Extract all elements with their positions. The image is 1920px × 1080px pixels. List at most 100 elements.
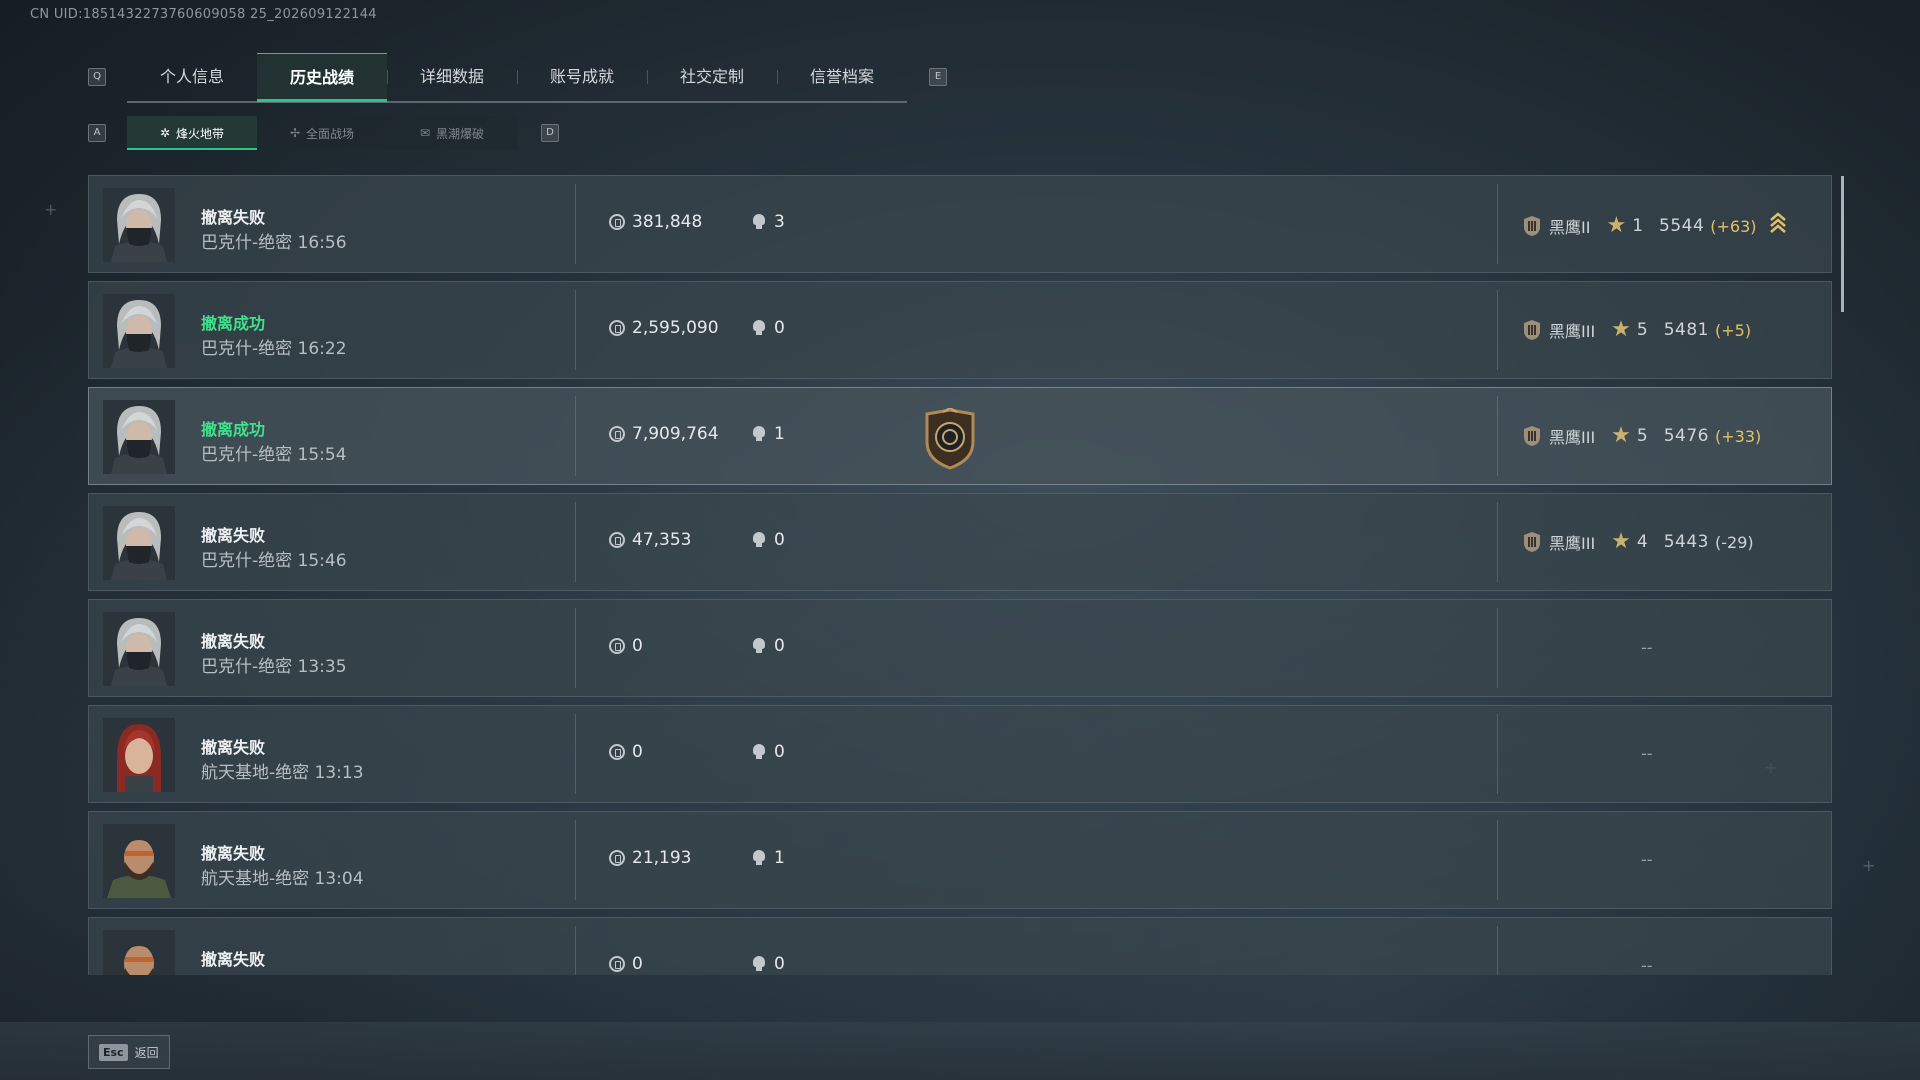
deco-cross-icon: + (1862, 856, 1876, 875)
operator-avatar (103, 188, 175, 262)
kills-cell: 3 (752, 212, 785, 232)
rank-name: 黑鹰II (1549, 218, 1591, 237)
tab-credit-record[interactable]: 信誉档案 (777, 53, 907, 101)
operator-avatar (103, 824, 175, 898)
column-divider (575, 714, 576, 794)
tab-detailed-data[interactable]: 详细数据 (387, 53, 517, 101)
column-divider (1497, 926, 1498, 975)
match-row[interactable]: 撤离失败 航天基地-绝密 13:13 0 0 -- (88, 705, 1832, 803)
match-row[interactable]: 撤离成功 巴克什-绝密 16:22 2,595,090 0 黑鹰III ★ 5 5481 (+5… (88, 281, 1832, 379)
rank-name: 黑鹰III (1549, 534, 1596, 553)
money-value: 381,848 (632, 212, 703, 232)
match-result: 撤离失败 (201, 208, 266, 227)
kill-count: 0 (774, 954, 785, 974)
operator-avatar (103, 930, 175, 975)
subtab-blackout[interactable]: ✉ 黑潮爆破 (387, 116, 517, 150)
match-result: 撤离失败 (201, 950, 266, 969)
map-and-time: 巴克什-绝密 15:54 (201, 445, 347, 465)
key-hint-d[interactable]: D (541, 124, 559, 142)
tab-match-history[interactable]: 历史战绩 (257, 52, 387, 102)
rank-delta: (+63) (1710, 216, 1757, 236)
map-and-time: 航天基地-绝密 12:53 (201, 970, 364, 975)
rank-stars: 4 (1636, 532, 1648, 552)
column-divider (1497, 184, 1498, 264)
map-and-time: 巴克什-绝密 13:35 (201, 657, 347, 677)
operator-avatar (103, 294, 175, 368)
esc-key-icon: Esc (99, 1043, 128, 1061)
match-row[interactable]: 撤离失败 航天基地-绝密 13:04 21,193 1 -- (88, 811, 1832, 909)
kills-cell: 0 (752, 742, 785, 762)
match-history-list: 撤离失败 巴克什-绝密 16:56 381,848 3 黑鹰II ★ 1 5544 (+63) 撤… (88, 175, 1832, 975)
map-and-time: 巴克什-绝密 15:46 (201, 551, 347, 571)
coin-icon (609, 426, 625, 442)
subtab-label: 黑潮爆破 (436, 126, 485, 141)
subtab-battlefield[interactable]: ✢ 全面战场 (257, 116, 387, 150)
column-divider (575, 820, 576, 900)
skull-icon (752, 638, 766, 654)
coin-icon (609, 532, 625, 548)
footer-bar (0, 1022, 1920, 1080)
back-button[interactable]: Esc 返回 (88, 1035, 170, 1069)
medal-badge-icon (921, 406, 979, 474)
column-divider (1497, 714, 1498, 794)
money-value: 0 (632, 954, 643, 974)
rank-tier-icon (1521, 215, 1543, 237)
skull-icon (752, 320, 766, 336)
tab-social-custom[interactable]: 社交定制 (647, 53, 777, 101)
value-cell: 47,353 (609, 530, 691, 550)
rank-cell: 黑鹰II ★ 1 5544 (+63) (1521, 212, 1787, 240)
kill-count: 0 (774, 530, 785, 550)
column-divider (1497, 502, 1498, 582)
kill-count: 3 (774, 212, 785, 232)
coin-icon (609, 638, 625, 654)
star-icon: ★ (1611, 317, 1631, 342)
skull-icon (752, 426, 766, 442)
key-hint-e[interactable]: E (929, 68, 947, 86)
money-value: 2,595,090 (632, 318, 719, 338)
match-row[interactable]: 撤离失败 巴克什-绝密 13:35 0 0 -- (88, 599, 1832, 697)
column-divider (575, 184, 576, 264)
list-scrollbar[interactable] (1841, 176, 1844, 312)
kill-count: 1 (774, 848, 785, 868)
subtab-label: 烽火地带 (176, 126, 225, 141)
column-divider (575, 608, 576, 688)
key-hint-a[interactable]: A (88, 124, 106, 142)
uid-label: CN UID:1851432273760609058 25_2026091221… (30, 7, 377, 22)
skull-icon (752, 532, 766, 548)
rank-stars: 5 (1636, 426, 1648, 446)
money-value: 0 (632, 742, 643, 762)
rank-empty: -- (1641, 850, 1653, 869)
key-hint-q[interactable]: Q (88, 68, 106, 86)
tab-achievements[interactable]: 账号成就 (517, 53, 647, 101)
map-and-time: 航天基地-绝密 13:04 (201, 869, 364, 889)
star-icon: ★ (1606, 213, 1627, 238)
money-value: 21,193 (632, 848, 692, 868)
rank-score: 5544 (1659, 216, 1705, 236)
value-cell: 0 (609, 742, 643, 762)
coin-icon (609, 320, 625, 336)
rank-name: 黑鹰III (1549, 428, 1596, 447)
rank-score: 5481 (1663, 320, 1709, 340)
match-row[interactable]: 撤离失败航天基地-绝密 12:53 0 0 -- (88, 917, 1832, 975)
kills-cell: 1 (752, 848, 785, 868)
value-cell: 0 (609, 954, 643, 974)
kills-cell: 1 (752, 424, 785, 444)
match-row[interactable]: 撤离失败 巴克什-绝密 15:46 47,353 0 黑鹰III ★ 4 5443 (-29) (88, 493, 1832, 591)
subtab-fire-zone[interactable]: ✲ 烽火地带 (127, 116, 257, 150)
match-row[interactable]: 撤离失败 巴克什-绝密 16:56 381,848 3 黑鹰II ★ 1 5544 (+63) (88, 175, 1832, 273)
rank-score: 5443 (1663, 532, 1709, 552)
match-row[interactable]: 撤离成功 巴克什-绝密 15:54 7,909,764 1 黑鹰III ★ 5 5476 (+3… (88, 387, 1832, 485)
kills-cell: 0 (752, 318, 785, 338)
subtab-label: 全面战场 (306, 126, 355, 141)
battlefield-icon: ✢ (289, 126, 301, 140)
rank-stars: 5 (1636, 320, 1648, 340)
value-cell: 7,909,764 (609, 424, 719, 444)
operator-avatar (103, 718, 175, 792)
match-result: 撤离失败 (201, 526, 266, 545)
main-tab-bar: 个人信息 历史战绩 详细数据 账号成就 社交定制 信誉档案 (127, 52, 907, 103)
match-result: 撤离失败 (201, 738, 266, 757)
kill-count: 0 (774, 742, 785, 762)
tab-personal-info[interactable]: 个人信息 (127, 53, 257, 101)
rank-score: 5476 (1663, 426, 1709, 446)
kills-cell: 0 (752, 954, 785, 974)
